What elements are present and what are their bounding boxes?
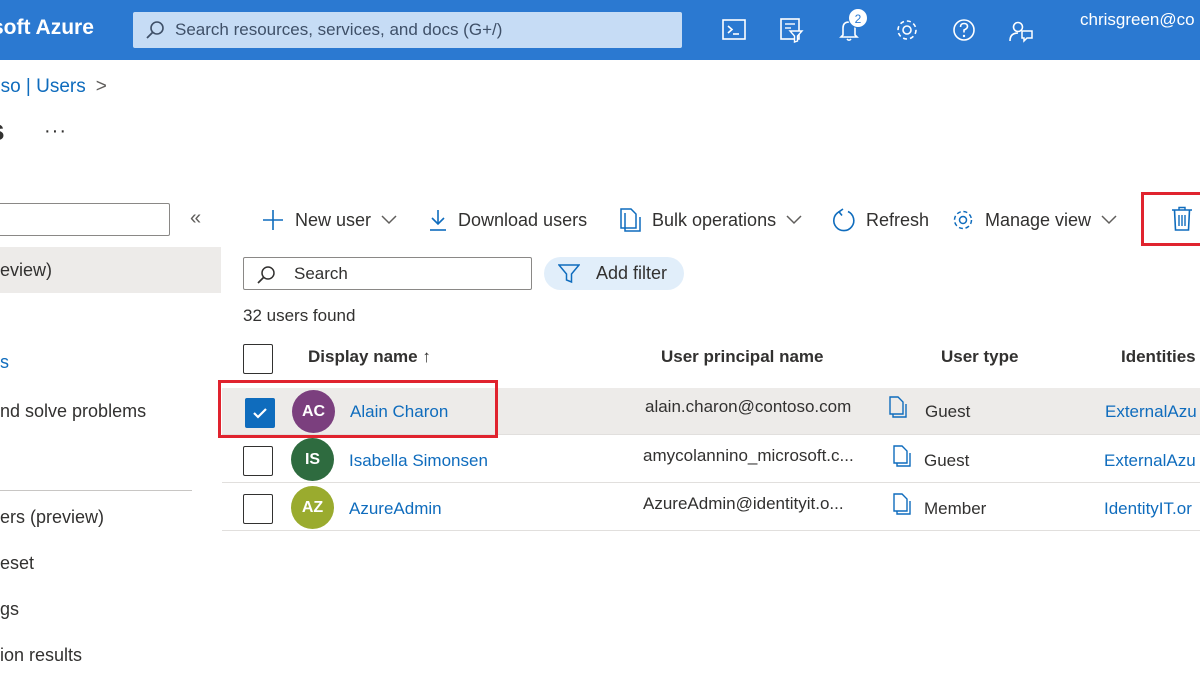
download-users-label: Download users	[458, 209, 588, 230]
user-principal-name: amycolannino_microsoft.c...	[643, 446, 854, 465]
nav-item-diagnose[interactable]: nd solve problems	[0, 401, 146, 422]
collapse-nav-button[interactable]: «	[190, 207, 201, 230]
column-header-identities[interactable]: Identities	[1121, 347, 1196, 367]
new-user-button[interactable]: New user	[261, 205, 407, 235]
column-header-upn[interactable]: User principal name	[661, 347, 824, 367]
download-icon	[430, 210, 446, 231]
breadcrumb-separator: >	[95, 76, 107, 97]
user-principal-name: alain.charon@contoso.com	[645, 397, 852, 416]
nav-item-link[interactable]: s	[0, 352, 9, 373]
feedback-icon[interactable]	[1005, 14, 1037, 46]
user-principal-name: AzureAdmin@identityit.o...	[643, 494, 844, 513]
refresh-icon	[833, 208, 855, 232]
user-type: Guest	[925, 402, 971, 421]
bulk-operations-label: Bulk operations	[652, 209, 777, 230]
nav-item-all-users[interactable]: eview)	[0, 247, 221, 293]
refresh-button[interactable]: Refresh	[832, 205, 929, 235]
filter-icon	[558, 263, 580, 283]
gear-icon	[953, 210, 973, 230]
copy-icon[interactable]	[886, 395, 908, 419]
breadcrumb: oso | Users >	[0, 76, 107, 98]
nav-divider	[0, 490, 192, 491]
global-search-input[interactable]	[175, 12, 675, 48]
search-icon	[257, 266, 275, 284]
new-user-label: New user	[295, 209, 372, 230]
cloud-shell-icon[interactable]	[718, 14, 750, 46]
users-count: 32 users found	[243, 306, 356, 325]
add-filter-label: Add filter	[596, 263, 668, 283]
chevron-down-icon	[1101, 215, 1117, 225]
manage-view-label: Manage view	[985, 209, 1092, 230]
breadcrumb-link[interactable]: oso | Users	[0, 76, 86, 97]
nav-search-input[interactable]	[0, 203, 170, 236]
nav-item-settings[interactable]: gs	[0, 599, 19, 620]
nav-item-operation-results[interactable]: ion results	[0, 645, 82, 666]
selected-user-highlight-box	[218, 380, 498, 438]
download-users-button[interactable]: Download users	[428, 205, 587, 235]
refresh-label: Refresh	[866, 209, 930, 230]
user-identity[interactable]: ExternalAzu	[1104, 451, 1196, 471]
account-name[interactable]: chrisgreen@co	[1080, 10, 1195, 30]
column-header-user-type[interactable]: User type	[941, 347, 1018, 367]
page-title: s	[0, 114, 5, 148]
select-all-checkbox[interactable]	[243, 344, 273, 374]
notification-badge: 2	[848, 8, 868, 28]
avatar: IS	[291, 438, 334, 481]
user-identity[interactable]: ExternalAzu	[1105, 402, 1197, 422]
directory-filter-icon[interactable]	[775, 14, 807, 46]
user-type: Member	[924, 499, 987, 518]
nav-item-password-reset[interactable]: eset	[0, 553, 34, 574]
user-search-input[interactable]	[294, 258, 524, 289]
nav-item-deleted-users[interactable]: ers (preview)	[0, 507, 104, 528]
gear-icon[interactable]	[891, 14, 923, 46]
bulk-document-icon	[620, 208, 641, 232]
user-display-name[interactable]: Isabella Simonsen	[349, 451, 488, 471]
user-identity[interactable]: IdentityIT.or	[1104, 499, 1192, 519]
plus-icon	[263, 210, 283, 230]
add-filter-button[interactable]: Add filter	[544, 257, 684, 290]
user-display-name[interactable]: AzureAdmin	[349, 499, 442, 519]
copy-icon[interactable]	[890, 492, 912, 516]
brand-title[interactable]: soft Azure	[0, 16, 94, 40]
trash-icon[interactable]	[1171, 206, 1193, 232]
search-icon	[146, 21, 164, 39]
bulk-operations-button[interactable]: Bulk operations	[618, 205, 812, 235]
chevron-down-icon	[381, 215, 397, 225]
row-checkbox[interactable]	[243, 494, 273, 524]
row-checkbox[interactable]	[243, 446, 273, 476]
column-header-display-name[interactable]: Display name ↑	[308, 347, 431, 367]
top-bar: soft Azure 2 chrisgreen@co	[0, 0, 1200, 60]
manage-view-button[interactable]: Manage view	[951, 205, 1127, 235]
user-type: Guest	[924, 451, 970, 470]
global-search[interactable]	[133, 12, 682, 48]
avatar: AZ	[291, 486, 334, 529]
help-icon[interactable]	[948, 14, 980, 46]
user-search[interactable]	[243, 257, 532, 290]
copy-icon[interactable]	[890, 444, 912, 468]
more-options-button[interactable]: ···	[44, 120, 67, 143]
chevron-down-icon	[786, 215, 802, 225]
